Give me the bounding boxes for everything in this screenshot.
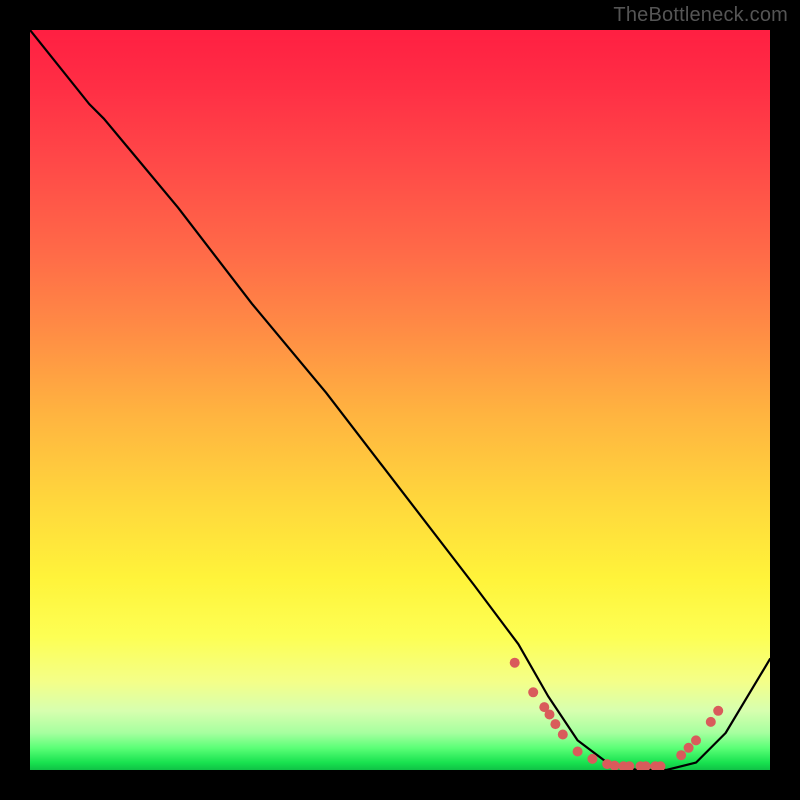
data-marker-dot [676,750,686,760]
data-marker-dot [573,747,583,757]
watermark-text: TheBottleneck.com [613,4,788,27]
data-marker-dot [684,743,694,753]
data-marker-dot [587,754,597,764]
data-marker-dot [713,706,723,716]
data-marker-dot [528,687,538,697]
data-marker-dot [558,730,568,740]
bottleneck-curve [30,30,770,770]
data-marker-dot [706,717,716,727]
chart-svg [30,30,770,770]
data-markers [510,658,724,770]
chart-plot-area [30,30,770,770]
data-marker-dot [510,658,520,668]
chart-frame: TheBottleneck.com [0,0,800,800]
data-marker-dot [691,735,701,745]
data-marker-dot [550,719,560,729]
data-marker-dot [545,710,555,720]
